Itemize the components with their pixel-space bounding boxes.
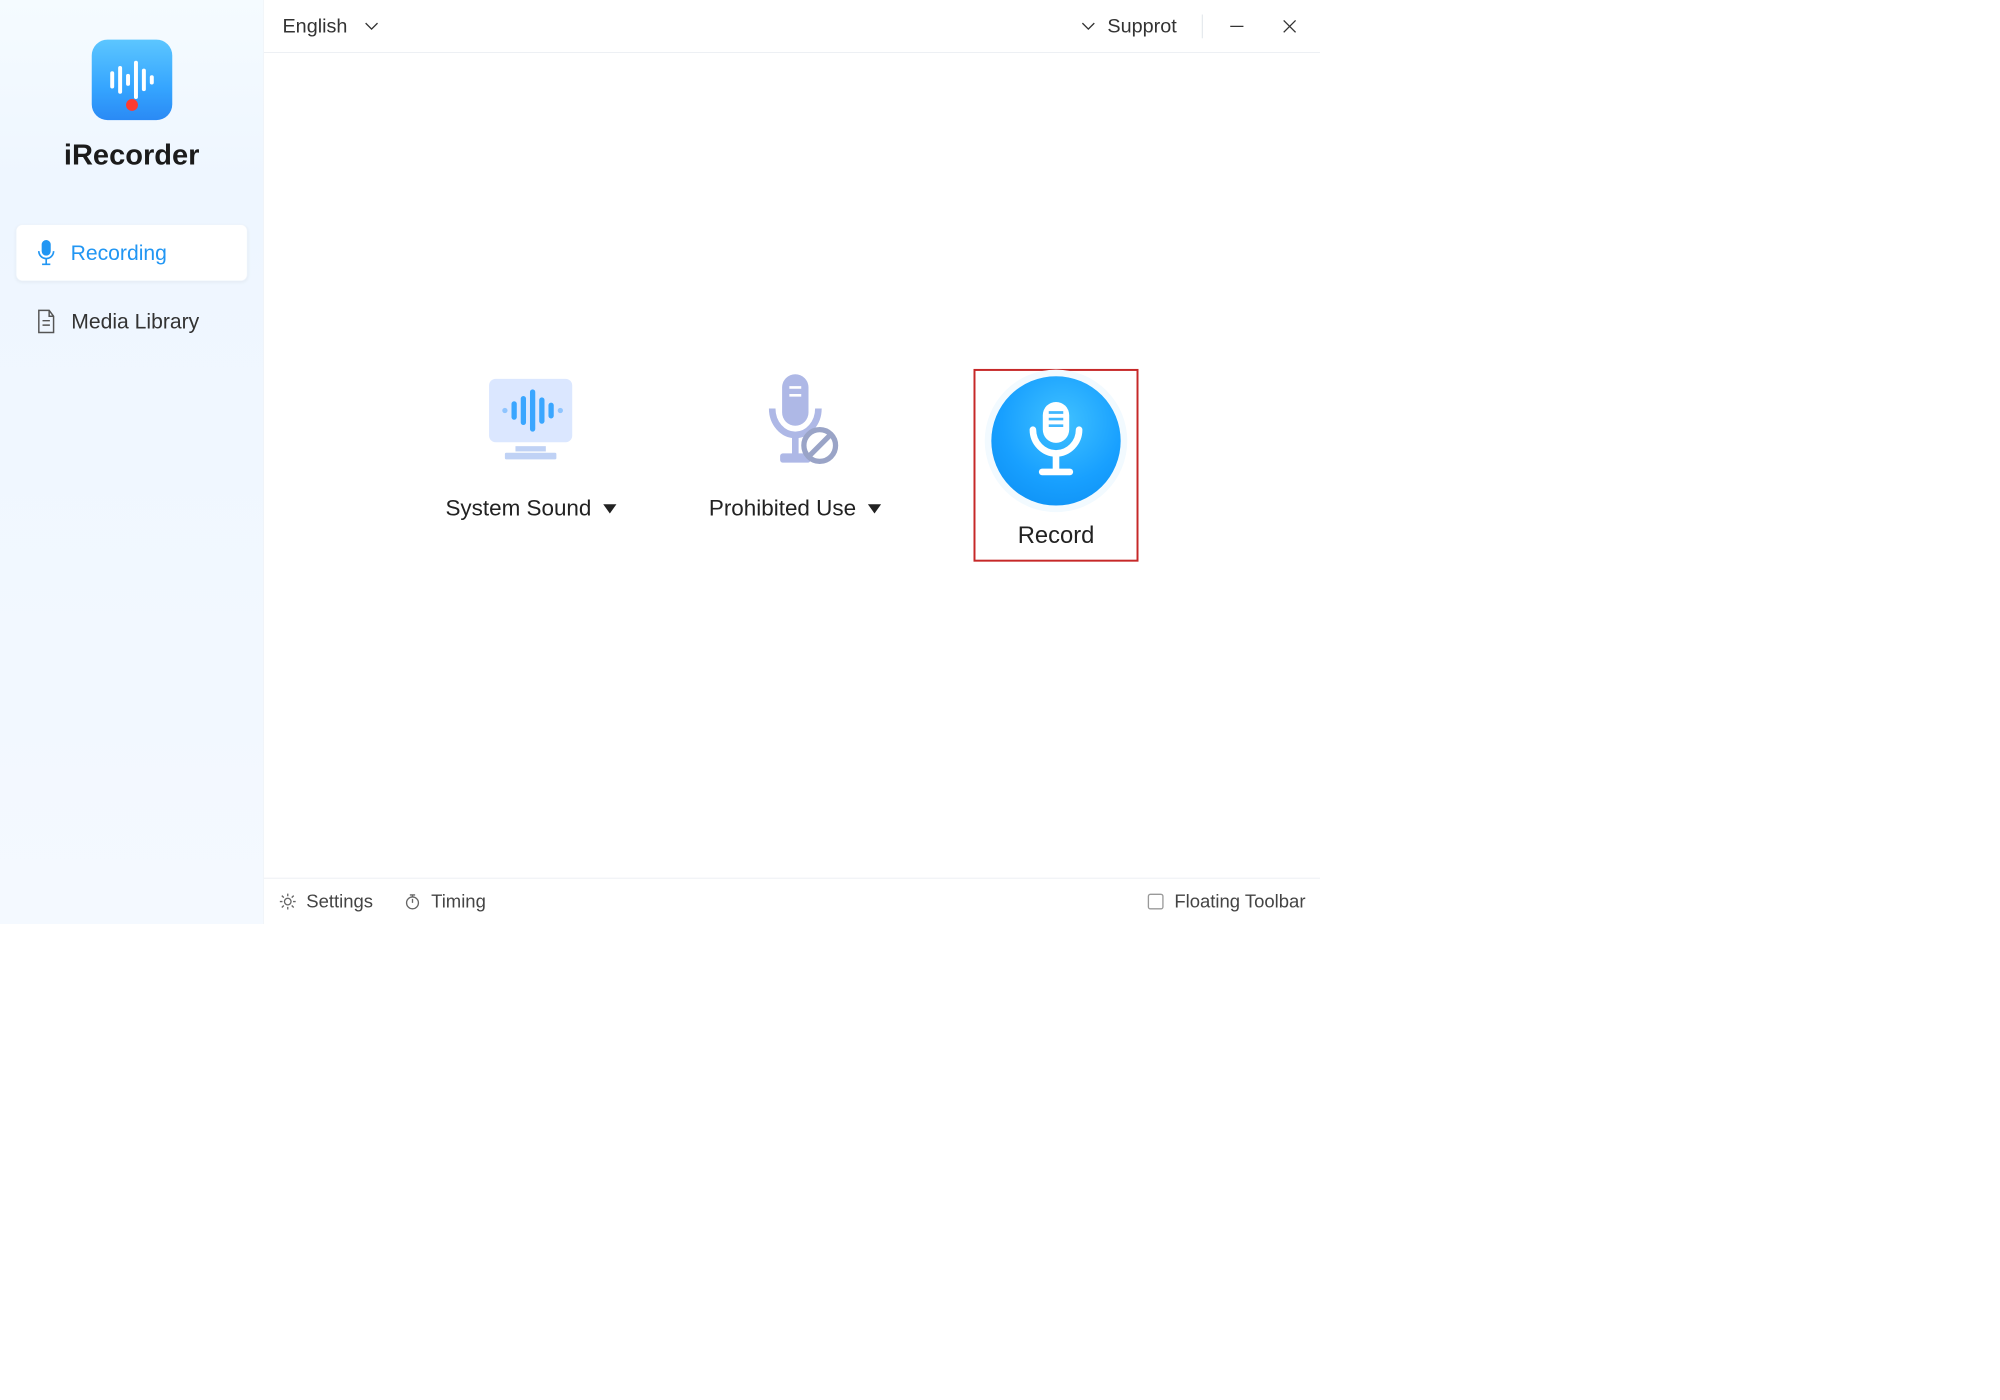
statusbar: Settings Timing Floating Toolbar bbox=[264, 878, 1320, 924]
vertical-divider bbox=[1202, 14, 1203, 38]
support-dropdown[interactable]: Supprot bbox=[1081, 15, 1186, 37]
microphone-icon bbox=[36, 240, 56, 266]
sidebar-item-media-library[interactable]: Media Library bbox=[16, 294, 248, 348]
record-button[interactable] bbox=[991, 376, 1120, 505]
checkbox-icon bbox=[1148, 893, 1164, 909]
record-highlight-box: Record bbox=[974, 369, 1139, 562]
minimize-button[interactable] bbox=[1218, 8, 1255, 45]
system-sound-dropdown[interactable]: System Sound bbox=[445, 369, 616, 521]
sidebar: iRecorder Recording Media Library bbox=[0, 0, 264, 924]
sidebar-item-label: Media Library bbox=[71, 309, 199, 333]
settings-label: Settings bbox=[306, 891, 373, 912]
status-left: Settings Timing bbox=[279, 891, 486, 912]
minimize-icon bbox=[1228, 17, 1245, 34]
close-icon bbox=[1281, 17, 1298, 34]
option-row: System Sound bbox=[445, 369, 1138, 562]
topbar-right: Supprot bbox=[1081, 8, 1308, 45]
timing-label: Timing bbox=[431, 891, 486, 912]
gear-icon bbox=[279, 892, 297, 910]
app-window: iRecorder Recording Media Library bbox=[0, 0, 1320, 924]
microphone-disabled-icon bbox=[729, 369, 861, 475]
triangle-down-icon bbox=[868, 504, 881, 513]
app-name: iRecorder bbox=[64, 139, 200, 172]
document-icon bbox=[36, 309, 57, 334]
stopwatch-icon bbox=[403, 892, 421, 910]
settings-button[interactable]: Settings bbox=[279, 891, 373, 912]
system-sound-label: System Sound bbox=[445, 496, 591, 522]
monitor-sound-icon bbox=[465, 369, 597, 475]
app-logo-icon bbox=[91, 40, 172, 121]
recording-options-area: System Sound bbox=[264, 53, 1320, 878]
microphone-icon bbox=[1020, 398, 1093, 484]
language-dropdown[interactable]: English bbox=[282, 15, 379, 37]
floating-toolbar-toggle[interactable]: Floating Toolbar bbox=[1148, 891, 1306, 912]
brand: iRecorder bbox=[0, 40, 263, 172]
recording-indicator-icon bbox=[126, 99, 138, 111]
chevron-down-icon bbox=[1081, 21, 1096, 30]
triangle-down-icon bbox=[603, 504, 616, 513]
record-button-label: Record bbox=[1018, 521, 1095, 549]
floating-toolbar-label: Floating Toolbar bbox=[1174, 891, 1305, 912]
microphone-mode-dropdown[interactable]: Prohibited Use bbox=[709, 369, 881, 521]
topbar: English Supprot bbox=[264, 0, 1320, 53]
chevron-down-icon bbox=[365, 21, 380, 30]
sidebar-item-label: Recording bbox=[71, 241, 167, 265]
timing-button[interactable]: Timing bbox=[403, 891, 485, 912]
sidebar-item-recording[interactable]: Recording bbox=[16, 224, 248, 281]
support-label: Supprot bbox=[1107, 15, 1176, 37]
main-pane: English Supprot bbox=[264, 0, 1320, 924]
language-label: English bbox=[282, 15, 347, 37]
close-button[interactable] bbox=[1271, 8, 1308, 45]
microphone-mode-label: Prohibited Use bbox=[709, 496, 856, 522]
